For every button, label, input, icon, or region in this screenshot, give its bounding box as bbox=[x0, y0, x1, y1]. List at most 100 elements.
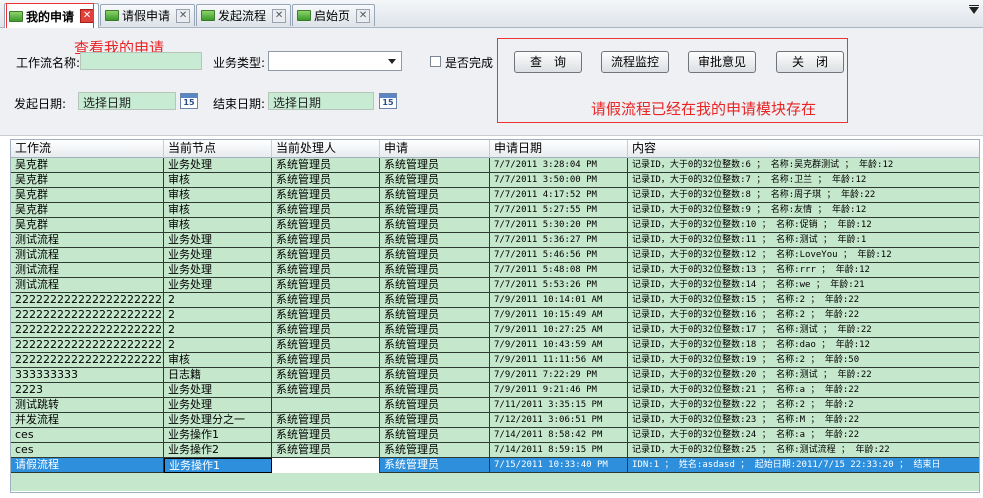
cell-applicant: 系统管理员 bbox=[380, 173, 490, 188]
tab-label: 请假申请 bbox=[122, 9, 171, 23]
table-row[interactable]: 吴克群 业务处理 系统管理员 系统管理员 7/7/2011 3:28:04 PM 记录ID… bbox=[11, 158, 979, 173]
cell-workflow: 2222222222222222222222222 bbox=[11, 293, 164, 308]
table-row[interactable]: ces 业务操作2 系统管理员 系统管理员 7/14/2011 8:59:15 PM 记录… bbox=[11, 443, 979, 458]
header-current-handler[interactable]: 当前处理人 bbox=[272, 140, 380, 158]
cell-apply-date: 7/7/2011 5:30:20 PM bbox=[490, 218, 628, 233]
grid-body: 吴克群 业务处理 系统管理员 系统管理员 7/7/2011 3:28:04 PM 记录ID… bbox=[11, 158, 979, 491]
header-current-node[interactable]: 当前节点 bbox=[164, 140, 272, 158]
table-row[interactable]: 并发流程 业务处理分之一 系统管理员 系统管理员 7/12/2011 3:06:51 P… bbox=[11, 413, 979, 428]
opinion-button[interactable]: 审批意见 bbox=[688, 51, 756, 73]
start-date-input[interactable]: 选择日期 bbox=[78, 92, 176, 110]
table-row[interactable]: 333333333 日志籍 系统管理员 系统管理员 7/9/2011 7:22:29 P… bbox=[11, 368, 979, 383]
workflow-name-input[interactable] bbox=[80, 52, 202, 70]
tab-menu-bar-icon bbox=[969, 5, 979, 6]
end-date-input[interactable]: 选择日期 bbox=[268, 92, 374, 110]
close-icon[interactable]: ✕ bbox=[356, 8, 371, 23]
cell-applicant: 系统管理员 bbox=[380, 248, 490, 263]
grid-filler bbox=[11, 473, 979, 491]
table-row[interactable]: 测试流程 业务处理 系统管理员 系统管理员 7/7/2011 5:53:26 PM 记录I… bbox=[11, 278, 979, 293]
tab-start-workflow[interactable]: 发起流程 ✕ bbox=[196, 4, 292, 26]
cell-current-node: 2 bbox=[164, 323, 272, 338]
cell-applicant: 系统管理员 bbox=[380, 458, 490, 473]
calendar-icon[interactable]: 15 bbox=[379, 93, 397, 109]
cell-content: 记录ID，大于0的32位整数:17 ； 名称:测试 ； 年龄:22 bbox=[632, 325, 872, 335]
cell-workflow: 吴克群 bbox=[11, 203, 164, 218]
table-row[interactable]: 测试流程 业务处理 系统管理员 系统管理员 7/7/2011 5:46:56 PM 记录I… bbox=[11, 248, 979, 263]
table-row[interactable]: 测试流程 业务处理 系统管理员 系统管理员 7/7/2011 5:48:08 PM 记录I… bbox=[11, 263, 979, 278]
cell-current-handler: 系统管理员 bbox=[272, 428, 380, 443]
cell-content: 记录ID，大于0的32位整数:7 ； 名称:卫兰 ； 年龄:12 bbox=[632, 175, 867, 185]
cell-current-node: 2 bbox=[164, 293, 272, 308]
table-row[interactable]: 2222222222222222222222222审核系统管理员系统管理员7/9… bbox=[11, 353, 979, 368]
business-type-select[interactable] bbox=[268, 51, 402, 71]
table-row[interactable]: 测试跳转 业务处理 系统管理员 7/11/2011 3:35:15 PM 记录ID，大于… bbox=[11, 398, 979, 413]
cell-content: 记录ID，大于0的32位整数:19 ； 名称:2 ； 年龄:50 bbox=[632, 355, 860, 365]
cell-workflow: 吴克群 bbox=[11, 173, 164, 188]
cell-applicant: 系统管理员 bbox=[380, 428, 490, 443]
cell-applicant: 系统管理员 bbox=[380, 413, 490, 428]
cell-content: 记录ID，大于0的32位整数:23 ； 名称:M ； 年龄:22 bbox=[632, 415, 860, 425]
folder-icon bbox=[201, 10, 215, 21]
cell-applicant: 系统管理员 bbox=[380, 158, 490, 173]
cell-workflow: 吴克群 bbox=[11, 158, 164, 173]
completed-checkbox[interactable] bbox=[430, 56, 441, 67]
header-applicant[interactable]: 申请 bbox=[380, 140, 490, 158]
table-row[interactable]: 22222222222222222222222222系统管理员系统管理员7/9/… bbox=[11, 323, 979, 338]
tab-menu-arrow-icon[interactable] bbox=[969, 7, 979, 14]
table-row[interactable]: 测试流程 业务处理 系统管理员 系统管理员 7/7/2011 5:36:27 PM 记录I… bbox=[11, 233, 979, 248]
table-row[interactable]: 22222222222222222222222222系统管理员系统管理员7/9/… bbox=[11, 308, 979, 323]
cell-content: 记录ID，大于0的32位整数:25 ； 名称:测试流程 ； 年龄:22 bbox=[632, 445, 890, 455]
cell-current-node: 业务处理 bbox=[164, 248, 272, 263]
monitor-button[interactable]: 流程监控 bbox=[601, 51, 669, 73]
cell-current-node: 业务处理 bbox=[164, 383, 272, 398]
cell-applicant: 系统管理员 bbox=[380, 293, 490, 308]
cell-applicant: 系统管理员 bbox=[380, 188, 490, 203]
table-row[interactable]: 22222222222222222222222222系统管理员系统管理员7/9/… bbox=[11, 338, 979, 353]
cell-workflow: 2222222222222222222222222 bbox=[11, 308, 164, 323]
calendar-icon[interactable]: 15 bbox=[180, 93, 198, 109]
workflow-name-label: 工作流名称: bbox=[16, 56, 81, 70]
cell-apply-date: 7/15/2011 10:33:40 PM bbox=[490, 458, 628, 473]
table-row[interactable]: 吴克群 审核 系统管理员 系统管理员 7/7/2011 5:27:55 PM 记录ID，大… bbox=[11, 203, 979, 218]
header-workflow[interactable]: 工作流 bbox=[11, 140, 164, 158]
completed-label: 是否完成 bbox=[445, 56, 494, 70]
table-row-selected[interactable]: 请假流程 业务操作1 系统管理员 7/15/2011 10:33:40 PM IDN:1… bbox=[11, 458, 979, 473]
cell-content: 记录ID，大于0的32位整数:12 ； 名称:LoveYou ； 年龄:12 bbox=[632, 250, 892, 260]
tab-start-page[interactable]: 启始页 ✕ bbox=[292, 4, 376, 26]
cell-apply-date: 7/7/2011 5:53:26 PM bbox=[490, 278, 628, 293]
cell-applicant: 系统管理员 bbox=[380, 368, 490, 383]
table-row[interactable]: ces 业务操作1 系统管理员 系统管理员 7/14/2011 8:58:42 PM 记录… bbox=[11, 428, 979, 443]
header-content[interactable]: 内容 bbox=[628, 140, 979, 158]
cell-apply-date: 7/9/2011 10:15:49 AM bbox=[490, 308, 628, 323]
table-row[interactable]: 吴克群 审核 系统管理员 系统管理员 7/7/2011 3:50:00 PM 记录ID，大… bbox=[11, 173, 979, 188]
query-button[interactable]: 查 询 bbox=[514, 51, 582, 73]
cell-current-handler: 系统管理员 bbox=[272, 338, 380, 353]
cell-content: IDN:1 ； 姓名:asdasd ； 起始日期:2011/7/15 22:33… bbox=[632, 460, 941, 470]
cell-workflow: 333333333 bbox=[11, 368, 164, 383]
cell-current-handler: 系统管理员 bbox=[272, 188, 380, 203]
close-button[interactable]: 关 闭 bbox=[776, 51, 844, 73]
header-apply-date[interactable]: 申请日期 bbox=[490, 140, 628, 158]
table-row[interactable]: 2223 业务处理 系统管理员 系统管理员 7/9/2011 9:21:46 PM 记录I… bbox=[11, 383, 979, 398]
cell-workflow: 测试流程 bbox=[11, 233, 164, 248]
close-icon[interactable]: ✕ bbox=[272, 8, 287, 23]
cell-applicant: 系统管理员 bbox=[380, 443, 490, 458]
cell-apply-date: 7/7/2011 5:48:08 PM bbox=[490, 263, 628, 278]
cell-apply-date: 7/7/2011 5:27:55 PM bbox=[490, 203, 628, 218]
cell-workflow: 2222222222222222222222222 bbox=[11, 323, 164, 338]
table-row[interactable]: 22222222222222222222222222系统管理员系统管理员7/9/… bbox=[11, 293, 979, 308]
table-row[interactable]: 吴克群 审核 系统管理员 系统管理员 7/7/2011 5:30:20 PM 记录ID，大… bbox=[11, 218, 979, 233]
tab-leave-request[interactable]: 请假申请 ✕ bbox=[100, 4, 196, 26]
cell-workflow: 吴克群 bbox=[11, 188, 164, 203]
tab-label: 启始页 bbox=[314, 9, 351, 23]
annotation-box-tab bbox=[6, 3, 94, 29]
close-icon[interactable]: ✕ bbox=[176, 8, 191, 23]
cell-applicant: 系统管理员 bbox=[380, 353, 490, 368]
cell-current-handler: 系统管理员 bbox=[272, 353, 380, 368]
cell-apply-date: 7/7/2011 3:28:04 PM bbox=[490, 158, 628, 173]
chevron-down-icon bbox=[388, 59, 396, 64]
cell-apply-date: 7/7/2011 4:17:52 PM bbox=[490, 188, 628, 203]
table-row[interactable]: 吴克群 审核 系统管理员 系统管理员 7/7/2011 4:17:52 PM 记录ID，大… bbox=[11, 188, 979, 203]
cell-workflow: 测试流程 bbox=[11, 263, 164, 278]
cell-current-node: 日志籍 bbox=[164, 368, 272, 383]
